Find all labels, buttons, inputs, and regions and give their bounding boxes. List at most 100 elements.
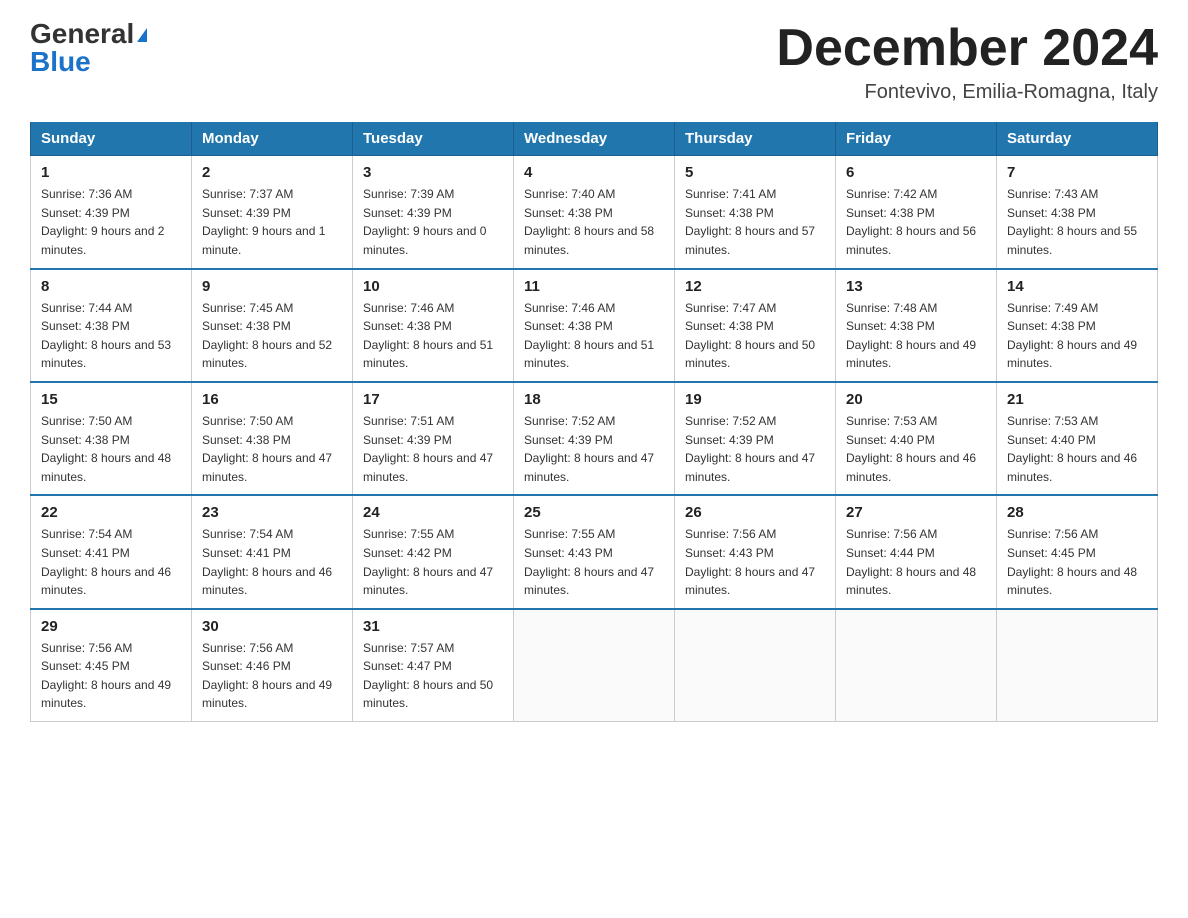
calendar-cell: 16 Sunrise: 7:50 AMSunset: 4:38 PMDayligh… [192,382,353,495]
day-number: 29 [41,618,181,635]
calendar-cell: 22 Sunrise: 7:54 AMSunset: 4:41 PMDayligh… [31,495,192,608]
calendar-cell: 4Sunrise: 7:40 AMSunset: 4:38 PMDaylight… [514,156,675,269]
day-info: Sunrise: 7:50 AMSunset: 4:38 PMDaylight:… [202,412,342,486]
calendar-week-2: 8 Sunrise: 7:44 AMSunset: 4:38 PMDaylight… [31,269,1158,382]
calendar-cell: 14 Sunrise: 7:49 AMSunset: 4:38 PMDayligh… [997,269,1158,382]
calendar-cell: 12Sunrise: 7:47 AMSunset: 4:38 PMDayligh… [675,269,836,382]
day-header-tuesday: Tuesday [353,122,514,156]
day-number: 8 [41,278,181,295]
day-info: Sunrise: 7:50 AMSunset: 4:38 PMDaylight:… [41,412,181,486]
day-header-sunday: Sunday [31,122,192,156]
day-info: Sunrise: 7:36 AMSunset: 4:39 PMDaylight:… [41,185,181,259]
calendar-week-4: 22 Sunrise: 7:54 AMSunset: 4:41 PMDayligh… [31,495,1158,608]
calendar-week-5: 29 Sunrise: 7:56 AMSunset: 4:45 PMDayligh… [31,609,1158,722]
calendar-cell: 5 Sunrise: 7:41 AMSunset: 4:38 PMDaylight… [675,156,836,269]
calendar-cell: 30Sunrise: 7:56 AMSunset: 4:46 PMDayligh… [192,609,353,722]
calendar-cell: 18 Sunrise: 7:52 AMSunset: 4:39 PMDayligh… [514,382,675,495]
day-header-friday: Friday [836,122,997,156]
logo-top-line: General [30,20,147,48]
day-number: 11 [524,278,664,295]
day-info: Sunrise: 7:47 AMSunset: 4:38 PMDaylight:… [685,299,825,373]
day-info: Sunrise: 7:55 AMSunset: 4:42 PMDaylight:… [363,525,503,599]
calendar-cell: 17 Sunrise: 7:51 AMSunset: 4:39 PMDayligh… [353,382,514,495]
calendar-cell [675,609,836,722]
day-info: Sunrise: 7:56 AMSunset: 4:45 PMDaylight:… [41,639,181,713]
day-info: Sunrise: 7:54 AMSunset: 4:41 PMDaylight:… [41,525,181,599]
day-header-saturday: Saturday [997,122,1158,156]
logo-general-text: General [30,18,134,49]
day-info: Sunrise: 7:52 AMSunset: 4:39 PMDaylight:… [685,412,825,486]
day-number: 6 [846,164,986,181]
day-number: 1 [41,164,181,181]
calendar-cell: 13 Sunrise: 7:48 AMSunset: 4:38 PMDayligh… [836,269,997,382]
day-number: 13 [846,278,986,295]
day-info: Sunrise: 7:52 AMSunset: 4:39 PMDaylight:… [524,412,664,486]
day-number: 7 [1007,164,1147,181]
calendar-cell: 10 Sunrise: 7:46 AMSunset: 4:38 PMDayligh… [353,269,514,382]
day-number: 24 [363,504,503,521]
day-number: 5 [685,164,825,181]
calendar-cell: 2 Sunrise: 7:37 AMSunset: 4:39 PMDaylight… [192,156,353,269]
logo-blue-text: Blue [30,46,91,77]
calendar-cell: 26 Sunrise: 7:56 AMSunset: 4:43 PMDayligh… [675,495,836,608]
day-number: 15 [41,391,181,408]
calendar-cell: 21 Sunrise: 7:53 AMSunset: 4:40 PMDayligh… [997,382,1158,495]
calendar-cell: 1 Sunrise: 7:36 AMSunset: 4:39 PMDaylight… [31,156,192,269]
day-number: 21 [1007,391,1147,408]
calendar-week-3: 15 Sunrise: 7:50 AMSunset: 4:38 PMDayligh… [31,382,1158,495]
day-number: 20 [846,391,986,408]
day-header-thursday: Thursday [675,122,836,156]
day-number: 17 [363,391,503,408]
calendar-cell [997,609,1158,722]
day-info: Sunrise: 7:53 AMSunset: 4:40 PMDaylight:… [1007,412,1147,486]
calendar-cell: 19Sunrise: 7:52 AMSunset: 4:39 PMDayligh… [675,382,836,495]
day-number: 16 [202,391,342,408]
title-section: December 2024 Fontevivo, Emilia-Romagna,… [776,20,1158,104]
day-number: 4 [524,164,664,181]
calendar-cell: 27 Sunrise: 7:56 AMSunset: 4:44 PMDayligh… [836,495,997,608]
day-number: 9 [202,278,342,295]
day-number: 18 [524,391,664,408]
day-number: 2 [202,164,342,181]
calendar-cell: 28Sunrise: 7:56 AMSunset: 4:45 PMDayligh… [997,495,1158,608]
calendar-cell [836,609,997,722]
calendar-cell: 23 Sunrise: 7:54 AMSunset: 4:41 PMDayligh… [192,495,353,608]
day-number: 25 [524,504,664,521]
day-info: Sunrise: 7:46 AMSunset: 4:38 PMDaylight:… [524,299,664,373]
logo-triangle-icon [137,28,147,42]
calendar-cell: 20Sunrise: 7:53 AMSunset: 4:40 PMDayligh… [836,382,997,495]
calendar-table: SundayMondayTuesdayWednesdayThursdayFrid… [30,122,1158,722]
page-header: General Blue December 2024 Fontevivo, Em… [30,20,1158,104]
day-number: 22 [41,504,181,521]
calendar-cell: 3Sunrise: 7:39 AMSunset: 4:39 PMDaylight… [353,156,514,269]
day-number: 10 [363,278,503,295]
day-info: Sunrise: 7:44 AMSunset: 4:38 PMDaylight:… [41,299,181,373]
calendar-cell: 11 Sunrise: 7:46 AMSunset: 4:38 PMDayligh… [514,269,675,382]
day-number: 23 [202,504,342,521]
day-info: Sunrise: 7:37 AMSunset: 4:39 PMDaylight:… [202,185,342,259]
calendar-cell: 31Sunrise: 7:57 AMSunset: 4:47 PMDayligh… [353,609,514,722]
month-title: December 2024 [776,20,1158,77]
day-info: Sunrise: 7:46 AMSunset: 4:38 PMDaylight:… [363,299,503,373]
day-number: 14 [1007,278,1147,295]
day-info: Sunrise: 7:49 AMSunset: 4:38 PMDaylight:… [1007,299,1147,373]
location-text: Fontevivo, Emilia-Romagna, Italy [776,81,1158,104]
day-number: 28 [1007,504,1147,521]
day-info: Sunrise: 7:56 AMSunset: 4:43 PMDaylight:… [685,525,825,599]
day-number: 3 [363,164,503,181]
day-info: Sunrise: 7:54 AMSunset: 4:41 PMDaylight:… [202,525,342,599]
day-info: Sunrise: 7:41 AMSunset: 4:38 PMDaylight:… [685,185,825,259]
calendar-cell: 8 Sunrise: 7:44 AMSunset: 4:38 PMDaylight… [31,269,192,382]
calendar-header-row: SundayMondayTuesdayWednesdayThursdayFrid… [31,122,1158,156]
day-info: Sunrise: 7:48 AMSunset: 4:38 PMDaylight:… [846,299,986,373]
day-info: Sunrise: 7:57 AMSunset: 4:47 PMDaylight:… [363,639,503,713]
day-number: 30 [202,618,342,635]
day-info: Sunrise: 7:42 AMSunset: 4:38 PMDaylight:… [846,185,986,259]
day-number: 26 [685,504,825,521]
day-number: 27 [846,504,986,521]
day-info: Sunrise: 7:56 AMSunset: 4:44 PMDaylight:… [846,525,986,599]
logo: General Blue [30,20,147,76]
calendar-cell: 29 Sunrise: 7:56 AMSunset: 4:45 PMDayligh… [31,609,192,722]
day-info: Sunrise: 7:51 AMSunset: 4:39 PMDaylight:… [363,412,503,486]
day-header-monday: Monday [192,122,353,156]
